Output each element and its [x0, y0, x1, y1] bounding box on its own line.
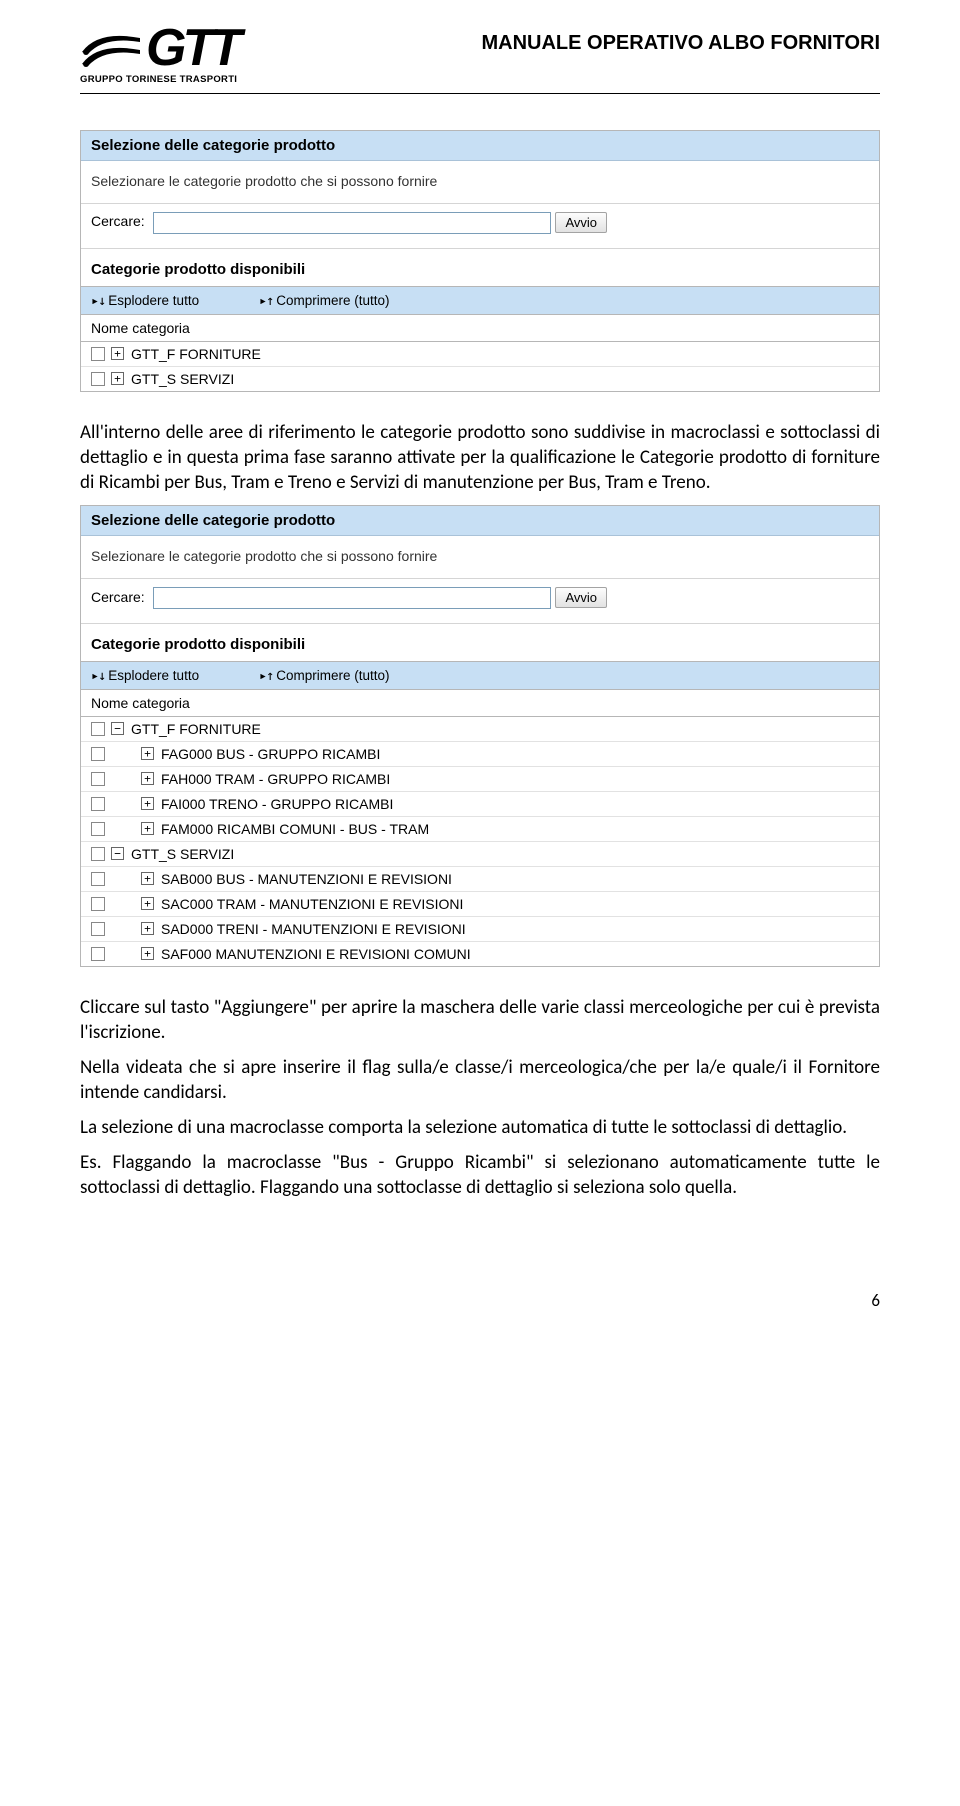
expand-toggle-icon[interactable]: +	[111, 372, 124, 385]
tree-row[interactable]: + FAI000 TRENO - GRUPPO RICAMBI	[81, 792, 879, 817]
category-label: FAI000 TRENO - GRUPPO RICAMBI	[161, 796, 393, 812]
column-header: Nome categoria	[81, 690, 879, 717]
tree-row[interactable]: + SAB000 BUS - MANUTENZIONI E REVISIONI	[81, 867, 879, 892]
body-paragraph-4: La selezione di una macroclasse comporta…	[80, 1115, 880, 1140]
collapse-all-button[interactable]: ▸↑Comprimere (tutto)	[259, 668, 418, 683]
tree-toolbar: ▸↓Esplodere tutto ▸↑Comprimere (tutto)	[81, 661, 879, 690]
search-row: Cercare: Avvio	[81, 579, 879, 624]
body-paragraph-3: Nella videata che si apre inserire il fl…	[80, 1055, 880, 1105]
search-label: Cercare:	[91, 213, 145, 229]
page-header: GTT GRUPPO TORINESE TRASPORTI MANUALE OP…	[80, 28, 880, 94]
tree-row[interactable]: −GTT_S SERVIZI	[81, 842, 879, 867]
tree-row[interactable]: −GTT_F FORNITURE	[81, 717, 879, 742]
expand-all-label: Esplodere tutto	[108, 668, 199, 683]
checkbox[interactable]	[91, 947, 105, 961]
collapse-all-label: Comprimere (tutto)	[276, 293, 389, 308]
tree-toolbar: ▸↓Esplodere tutto ▸↑Comprimere (tutto)	[81, 286, 879, 315]
checkbox[interactable]	[91, 797, 105, 811]
checkbox[interactable]	[91, 772, 105, 786]
page-number: 6	[80, 1290, 880, 1311]
search-row: Cercare: Avvio	[81, 204, 879, 249]
search-label: Cercare:	[91, 589, 145, 605]
category-panel-collapsed: Selezione delle categorie prodotto Selez…	[80, 130, 880, 392]
category-tree-expanded: −GTT_F FORNITURE+FAG000 BUS - GRUPPO RIC…	[81, 717, 879, 966]
tree-row[interactable]: + FAG000 BUS - GRUPPO RICAMBI	[81, 742, 879, 767]
logo-main-text: GTT	[146, 19, 238, 77]
checkbox[interactable]	[91, 722, 105, 736]
logo-swoosh-icon	[80, 28, 142, 72]
expand-toggle-icon[interactable]: +	[141, 897, 154, 910]
document-title: MANUALE OPERATIVO ALBO FORNITORI	[481, 32, 880, 55]
category-label: GTT_F FORNITURE	[131, 721, 261, 737]
column-header: Nome categoria	[81, 315, 879, 342]
search-input[interactable]	[153, 587, 551, 609]
logo-block: GTT GRUPPO TORINESE TRASPORTI	[80, 28, 238, 85]
collapse-all-button[interactable]: ▸↑Comprimere (tutto)	[259, 293, 418, 308]
available-categories-title: Categorie prodotto disponibili	[81, 249, 879, 286]
expand-all-label: Esplodere tutto	[108, 293, 199, 308]
category-label: SAB000 BUS - MANUTENZIONI E REVISIONI	[161, 871, 452, 887]
category-label: GTT_S SERVIZI	[131, 846, 234, 862]
expand-toggle-icon[interactable]: +	[141, 947, 154, 960]
tree-row[interactable]: + GTT_F FORNITURE	[81, 342, 879, 367]
category-label: GTT_S SERVIZI	[131, 371, 234, 387]
expand-icon: ▸↓	[91, 293, 105, 309]
category-label: SAF000 MANUTENZIONI E REVISIONI COMUNI	[161, 946, 471, 962]
expand-all-button[interactable]: ▸↓Esplodere tutto	[91, 293, 227, 308]
expand-toggle-icon[interactable]: −	[111, 847, 124, 860]
checkbox[interactable]	[91, 922, 105, 936]
checkbox[interactable]	[91, 347, 105, 361]
collapse-all-label: Comprimere (tutto)	[276, 668, 389, 683]
checkbox[interactable]	[91, 872, 105, 886]
collapse-icon: ▸↑	[259, 668, 273, 684]
expand-toggle-icon[interactable]: +	[111, 347, 124, 360]
panel-title: Selezione delle categorie prodotto	[81, 131, 879, 161]
tree-row[interactable]: + FAH000 TRAM - GRUPPO RICAMBI	[81, 767, 879, 792]
category-label: FAH000 TRAM - GRUPPO RICAMBI	[161, 771, 390, 787]
tree-row[interactable]: + FAM000 RICAMBI COMUNI - BUS - TRAM	[81, 817, 879, 842]
checkbox[interactable]	[91, 897, 105, 911]
search-button[interactable]: Avvio	[555, 587, 607, 608]
expand-toggle-icon[interactable]: +	[141, 747, 154, 760]
panel-subtitle: Selezionare le categorie prodotto che si…	[81, 161, 879, 204]
category-label: FAM000 RICAMBI COMUNI - BUS - TRAM	[161, 821, 429, 837]
category-label: SAC000 TRAM - MANUTENZIONI E REVISIONI	[161, 896, 463, 912]
expand-toggle-icon[interactable]: +	[141, 922, 154, 935]
search-input[interactable]	[153, 212, 551, 234]
panel-subtitle: Selezionare le categorie prodotto che si…	[81, 536, 879, 579]
expand-toggle-icon[interactable]: +	[141, 797, 154, 810]
expand-icon: ▸↓	[91, 668, 105, 684]
expand-all-button[interactable]: ▸↓Esplodere tutto	[91, 668, 227, 683]
expand-toggle-icon[interactable]: −	[111, 722, 124, 735]
panel-title: Selezione delle categorie prodotto	[81, 506, 879, 536]
tree-row[interactable]: + GTT_S SERVIZI	[81, 367, 879, 391]
checkbox[interactable]	[91, 747, 105, 761]
body-paragraph-5: Es. Flaggando la macroclasse "Bus - Grup…	[80, 1150, 880, 1200]
checkbox[interactable]	[91, 847, 105, 861]
expand-toggle-icon[interactable]: +	[141, 822, 154, 835]
collapse-icon: ▸↑	[259, 293, 273, 309]
category-label: GTT_F FORNITURE	[131, 346, 261, 362]
category-panel-expanded: Selezione delle categorie prodotto Selez…	[80, 505, 880, 967]
expand-toggle-icon[interactable]: +	[141, 872, 154, 885]
logo-text: GTT	[80, 28, 238, 70]
search-button[interactable]: Avvio	[555, 212, 607, 233]
category-label: FAG000 BUS - GRUPPO RICAMBI	[161, 746, 380, 762]
tree-row[interactable]: + SAC000 TRAM - MANUTENZIONI E REVISIONI	[81, 892, 879, 917]
tree-row[interactable]: + SAF000 MANUTENZIONI E REVISIONI COMUNI	[81, 942, 879, 966]
checkbox[interactable]	[91, 822, 105, 836]
expand-toggle-icon[interactable]: +	[141, 772, 154, 785]
available-categories-title: Categorie prodotto disponibili	[81, 624, 879, 661]
tree-row[interactable]: + SAD000 TRENI - MANUTENZIONI E REVISIONI	[81, 917, 879, 942]
category-tree-collapsed: + GTT_F FORNITURE + GTT_S SERVIZI	[81, 342, 879, 391]
checkbox[interactable]	[91, 372, 105, 386]
category-label: SAD000 TRENI - MANUTENZIONI E REVISIONI	[161, 921, 466, 937]
body-paragraph-1: All'interno delle aree di riferimento le…	[80, 420, 880, 495]
body-paragraph-2: Cliccare sul tasto "Aggiungere" per apri…	[80, 995, 880, 1045]
